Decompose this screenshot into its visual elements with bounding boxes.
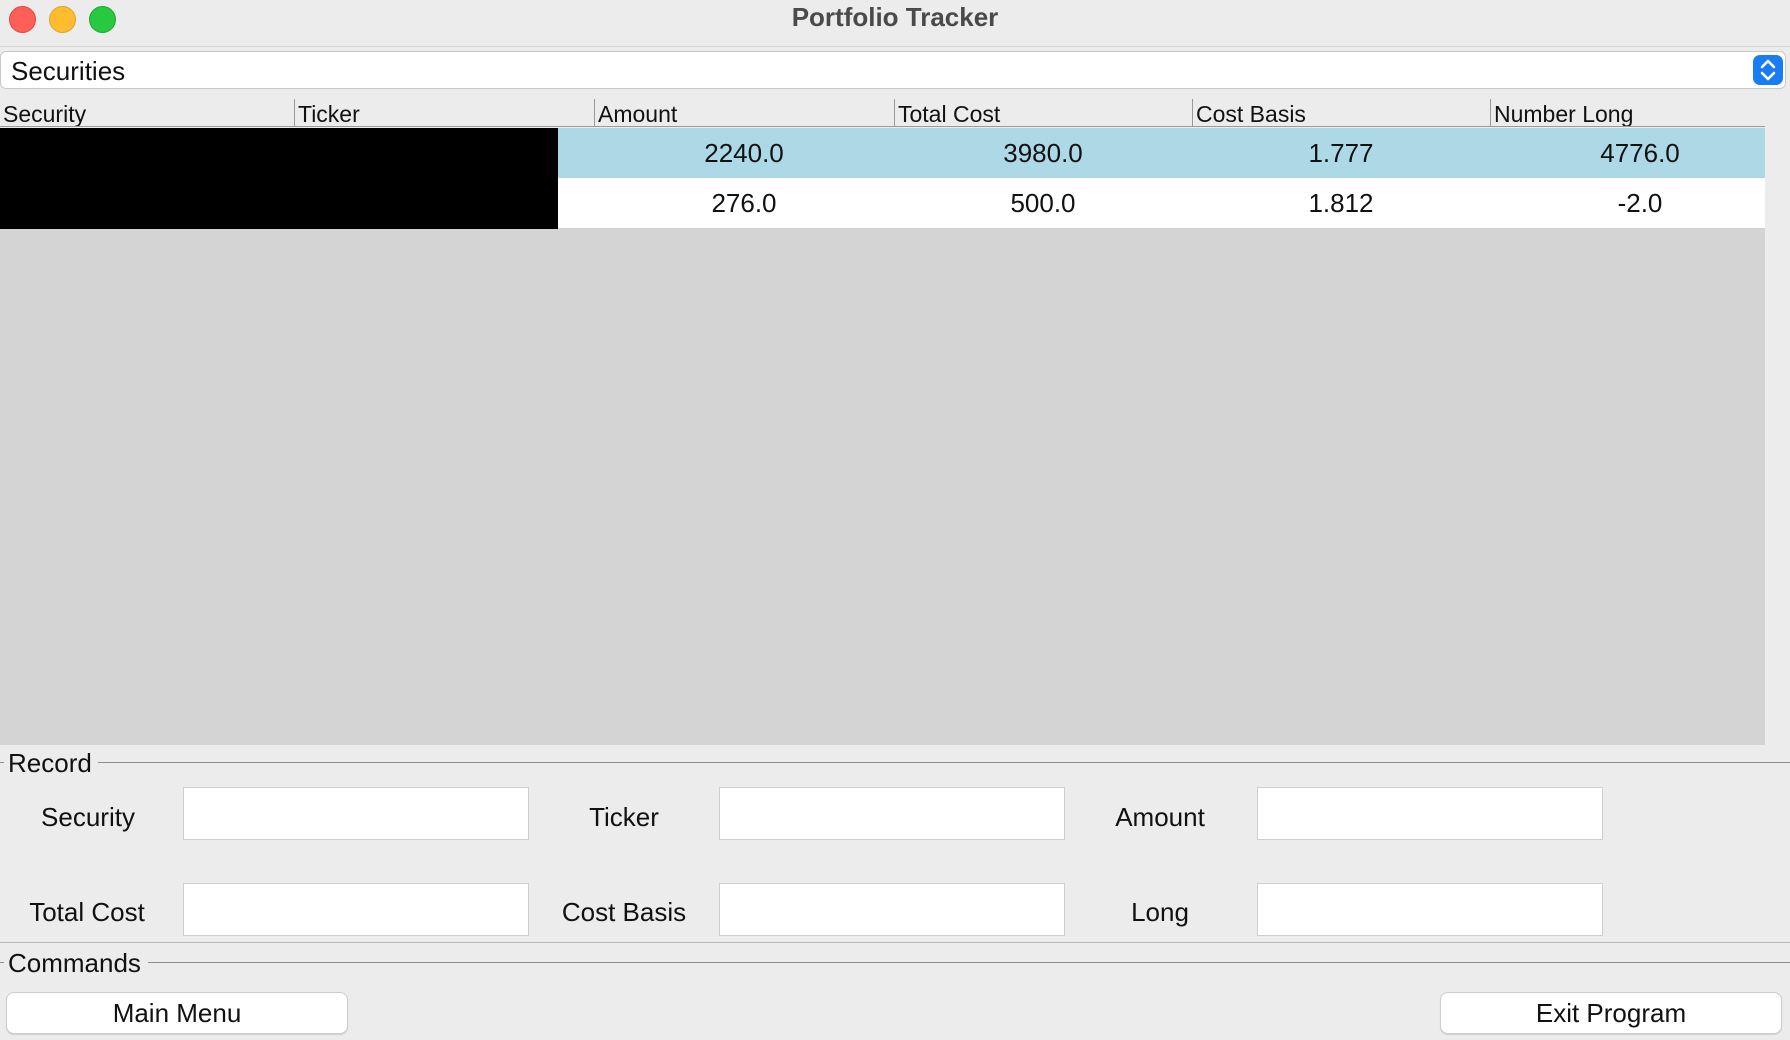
cell-total-cost: 3980.0 [1003, 138, 1083, 168]
security-field[interactable] [183, 787, 529, 840]
amount-field[interactable] [1257, 787, 1603, 840]
long-label: Long [1131, 897, 1189, 927]
column-header-number-long[interactable]: Number Long [1490, 99, 1765, 127]
cell-total-cost: 500.0 [1010, 188, 1076, 218]
long-field[interactable] [1257, 883, 1603, 936]
exit-program-button[interactable]: Exit Program [1440, 992, 1782, 1034]
ticker-label: Ticker [589, 802, 659, 832]
section-divider [0, 942, 1790, 943]
vertical-scrollbar[interactable] [1765, 97, 1790, 745]
cell-cost-basis: 1.777 [1308, 138, 1374, 168]
table-header: Security Ticker Amount Total Cost Cost B… [0, 97, 1765, 128]
cell-amount: 2240.0 [704, 138, 784, 168]
securities-table[interactable]: Security Ticker Amount Total Cost Cost B… [0, 97, 1765, 745]
commands-group-title: Commands [6, 948, 143, 978]
record-frame-line-left [0, 762, 4, 763]
column-header-security[interactable]: Security [0, 99, 294, 127]
cell-number-long: -2.0 [1617, 188, 1663, 218]
record-frame-line [98, 762, 1790, 763]
title-bar: Portfolio Tracker [0, 0, 1790, 47]
amount-label: Amount [1115, 802, 1205, 832]
column-header-total-cost[interactable]: Total Cost [894, 99, 1192, 127]
column-header-amount[interactable]: Amount [594, 99, 894, 127]
total-cost-label: Total Cost [29, 897, 145, 927]
view-selector[interactable]: Securities [0, 51, 1786, 89]
record-group-title: Record [6, 748, 94, 778]
column-header-cost-basis[interactable]: Cost Basis [1192, 99, 1490, 127]
window-title: Portfolio Tracker [791, 2, 999, 32]
commands-frame-line [148, 962, 1790, 963]
column-header-ticker[interactable]: Ticker [294, 99, 594, 127]
ticker-field[interactable] [719, 787, 1065, 840]
cell-amount: 276.0 [711, 188, 777, 218]
total-cost-field[interactable] [183, 883, 529, 936]
main-menu-button[interactable]: Main Menu [6, 992, 348, 1034]
redacted-block [0, 128, 558, 229]
cost-basis-field[interactable] [719, 883, 1065, 936]
cell-number-long: 4776.0 [1600, 138, 1680, 168]
updown-chevron-icon[interactable] [1753, 55, 1783, 85]
cost-basis-label: Cost Basis [561, 897, 687, 927]
commands-frame-line-left [0, 962, 4, 963]
cell-cost-basis: 1.812 [1308, 188, 1374, 218]
security-label: Security [41, 802, 135, 832]
view-selector-value: Securities [11, 56, 126, 86]
